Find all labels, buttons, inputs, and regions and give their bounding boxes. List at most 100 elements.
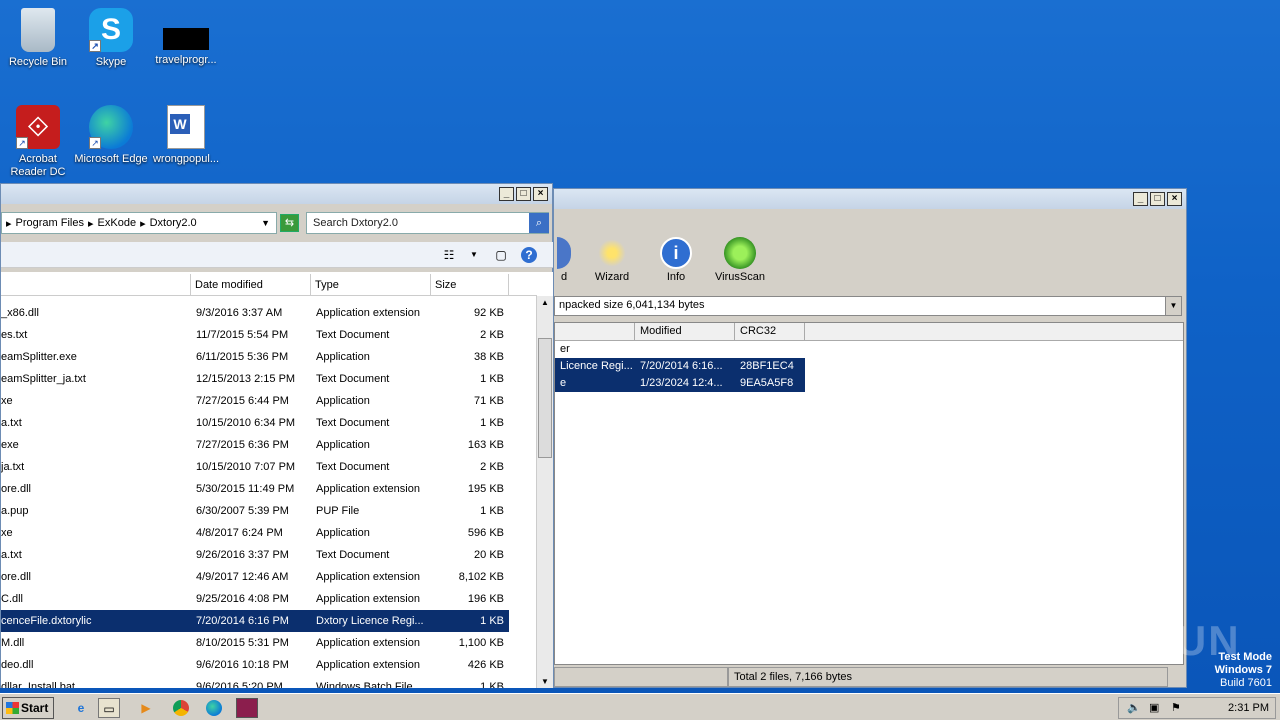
wand-icon <box>596 237 628 269</box>
column-name[interactable] <box>555 323 635 340</box>
preview-pane-icon[interactable]: ▢ <box>493 247 509 263</box>
file-row[interactable]: eamSplitter.exe 6/11/2015 5:36 PM Applicat… <box>1 346 509 368</box>
file-name: _x86.dll <box>1 307 39 319</box>
file-row[interactable]: _x86.dll 9/3/2016 3:37 AM Application exte… <box>1 302 509 324</box>
file-row[interactable]: es.txt 11/7/2015 5:54 PM Text Document 2 KB <box>1 324 509 346</box>
breadcrumb-separator: ▸ <box>6 217 12 230</box>
search-icon[interactable]: ⌕ <box>529 213 549 233</box>
column-size[interactable]: Size <box>431 274 509 295</box>
help-icon[interactable]: ? <box>521 247 537 263</box>
column-type[interactable]: Type <box>311 274 431 295</box>
maximize-button[interactable]: □ <box>516 187 531 201</box>
edge-icon[interactable] <box>203 698 225 718</box>
vertical-scrollbar[interactable]: ▲ ▼ <box>536 296 553 688</box>
scroll-up-arrow[interactable]: ▲ <box>538 296 552 310</box>
file-row[interactable]: deo.dll 9/6/2016 10:18 PM Application exte… <box>1 654 509 676</box>
file-name: ja.txt <box>1 461 25 473</box>
breadcrumb-separator: ▸ <box>88 217 94 230</box>
archive-row[interactable]: e 1/23/2024 12:4... 9EA5A5F8 <box>555 375 1183 392</box>
desktop-icon-acrobat[interactable]: ⟐ ↗ Acrobat Reader DC <box>0 105 76 179</box>
desktop-icon-skype[interactable]: S ↗ Skype <box>73 8 149 69</box>
file-row[interactable]: dllar_Install.bat 9/6/2016 5:20 PM Windows… <box>1 676 509 688</box>
desktop-icon-recycle-bin[interactable]: Recycle Bin <box>0 8 76 69</box>
file-row[interactable]: eamSplitter_ja.txt 12/15/2013 2:15 PM Text… <box>1 368 509 390</box>
desktop-icon-label: Recycle Bin <box>8 56 68 68</box>
file-date: 9/3/2016 3:37 AM <box>196 307 283 319</box>
view-options-icon[interactable]: ☷ <box>441 247 457 263</box>
winrar-toolbar: d Wizard i Info VirusScan <box>554 231 1186 285</box>
chrome-icon[interactable] <box>170 698 192 718</box>
column-name[interactable] <box>1 274 191 295</box>
breadcrumb-dxtory[interactable]: Dxtory2.0 <box>150 217 197 229</box>
find-button[interactable]: d <box>554 231 574 285</box>
minimize-button[interactable]: _ <box>1133 192 1148 206</box>
refresh-button[interactable]: ⇆ <box>280 214 299 232</box>
scroll-down-arrow[interactable]: ▼ <box>538 675 552 688</box>
chevron-down-icon[interactable]: ▼ <box>466 247 482 263</box>
file-row[interactable]: cenceFile.dxtorylic 7/20/2014 6:16 PM Dxto… <box>1 610 509 632</box>
close-button[interactable]: × <box>1167 192 1182 206</box>
address-bar[interactable]: ▸ Program Files ▸ ExKode ▸ Dxtory2.0 ▼ <box>1 212 277 234</box>
search-input[interactable]: Search Dxtory2.0 <box>306 212 549 234</box>
file-name: ore.dll <box>1 571 31 583</box>
file-size: 196 KB <box>467 593 504 605</box>
desktop-icon-wrongpopul[interactable]: W wrongpopul... <box>148 105 224 166</box>
close-button[interactable]: × <box>533 187 548 201</box>
file-row[interactable]: xe 7/27/2015 6:44 PM Application 71 KB <box>1 390 509 412</box>
archive-path-bar[interactable]: npacked size 6,041,134 bytes ▼ <box>554 296 1182 316</box>
chevron-down-icon[interactable]: ▼ <box>261 218 270 228</box>
file-size: 92 KB <box>474 307 504 319</box>
file-name: M.dll <box>1 637 25 649</box>
file-row[interactable]: exe 7/27/2015 6:36 PM Application 163 KB <box>1 434 509 456</box>
file-name: eamSplitter.exe <box>1 351 77 363</box>
file-row[interactable]: ore.dll 4/9/2017 12:46 AM Application exte… <box>1 566 509 588</box>
action-center-flag-icon[interactable]: ⚑ <box>1171 701 1181 714</box>
desktop-icon-edge[interactable]: ↗ Microsoft Edge <box>73 105 149 166</box>
file-size: 195 KB <box>467 483 504 495</box>
ie-icon[interactable]: e <box>70 698 92 718</box>
winrar-titlebar[interactable]: _ □ × <box>554 189 1186 209</box>
file-date: 10/15/2010 7:07 PM <box>196 461 296 473</box>
edge-icon: ↗ <box>89 105 133 149</box>
file-type: Text Document <box>316 417 390 429</box>
file-type: Text Document <box>316 461 390 473</box>
file-row[interactable]: a.pup 6/30/2007 5:39 PM PUP File 1 KB <box>1 500 509 522</box>
minimize-button[interactable]: _ <box>499 187 514 201</box>
file-row[interactable]: a.txt 10/15/2010 6:34 PM Text Document 1 KB <box>1 412 509 434</box>
file-size: 1 KB <box>480 505 504 517</box>
desktop-icon-travelprogr[interactable]: travelprogr... <box>148 8 224 67</box>
info-button[interactable]: i Info <box>644 231 708 285</box>
virusscan-button[interactable]: VirusScan <box>708 231 772 285</box>
archive-row[interactable]: er <box>555 341 1183 358</box>
network-icon[interactable]: ▣ <box>1149 701 1159 714</box>
file-size: 596 KB <box>467 527 504 539</box>
archive-row[interactable]: Licence Regi... 7/20/2014 6:16... 28BF1E… <box>555 358 1183 375</box>
breadcrumb-program-files[interactable]: Program Files <box>16 217 84 229</box>
wizard-button[interactable]: Wizard <box>580 231 644 285</box>
volume-icon[interactable]: 🔈 <box>1127 701 1141 714</box>
media-player-icon[interactable]: ▶ <box>135 698 157 718</box>
file-type: Application <box>316 395 370 407</box>
file-row[interactable]: M.dll 8/10/2015 5:31 PM Application extens… <box>1 632 509 654</box>
file-row[interactable]: ja.txt 10/15/2010 7:07 PM Text Document 2 K… <box>1 456 509 478</box>
chevron-down-icon[interactable]: ▼ <box>1165 297 1181 315</box>
file-type: Application extension <box>316 659 420 671</box>
column-date-modified[interactable]: Date modified <box>191 274 311 295</box>
breadcrumb-exkode[interactable]: ExKode <box>98 217 137 229</box>
explorer-titlebar[interactable]: _ □ × <box>1 184 552 204</box>
column-modified[interactable]: Modified <box>635 323 735 340</box>
file-type: Text Document <box>316 373 390 385</box>
winrar-icon[interactable] <box>236 698 258 718</box>
explorer-folder-icon[interactable]: ▭ <box>98 698 120 718</box>
clock[interactable]: 2:31 PM <box>1228 702 1269 714</box>
file-row[interactable]: xe 4/8/2017 6:24 PM Application 596 KB <box>1 522 509 544</box>
file-row[interactable]: ore.dll 5/30/2015 11:49 PM Application ext… <box>1 478 509 500</box>
start-button[interactable]: Start <box>2 697 54 719</box>
file-row[interactable]: C.dll 9/25/2016 4:08 PM Application extens… <box>1 588 509 610</box>
maximize-button[interactable]: □ <box>1150 192 1165 206</box>
scrollbar-thumb[interactable] <box>538 338 552 458</box>
file-date: 9/6/2016 10:18 PM <box>196 659 289 671</box>
column-crc32[interactable]: CRC32 <box>735 323 805 340</box>
file-row[interactable]: a.txt 9/26/2016 3:37 PM Text Document 20 KB <box>1 544 509 566</box>
file-date: 5/30/2015 11:49 PM <box>196 483 295 495</box>
